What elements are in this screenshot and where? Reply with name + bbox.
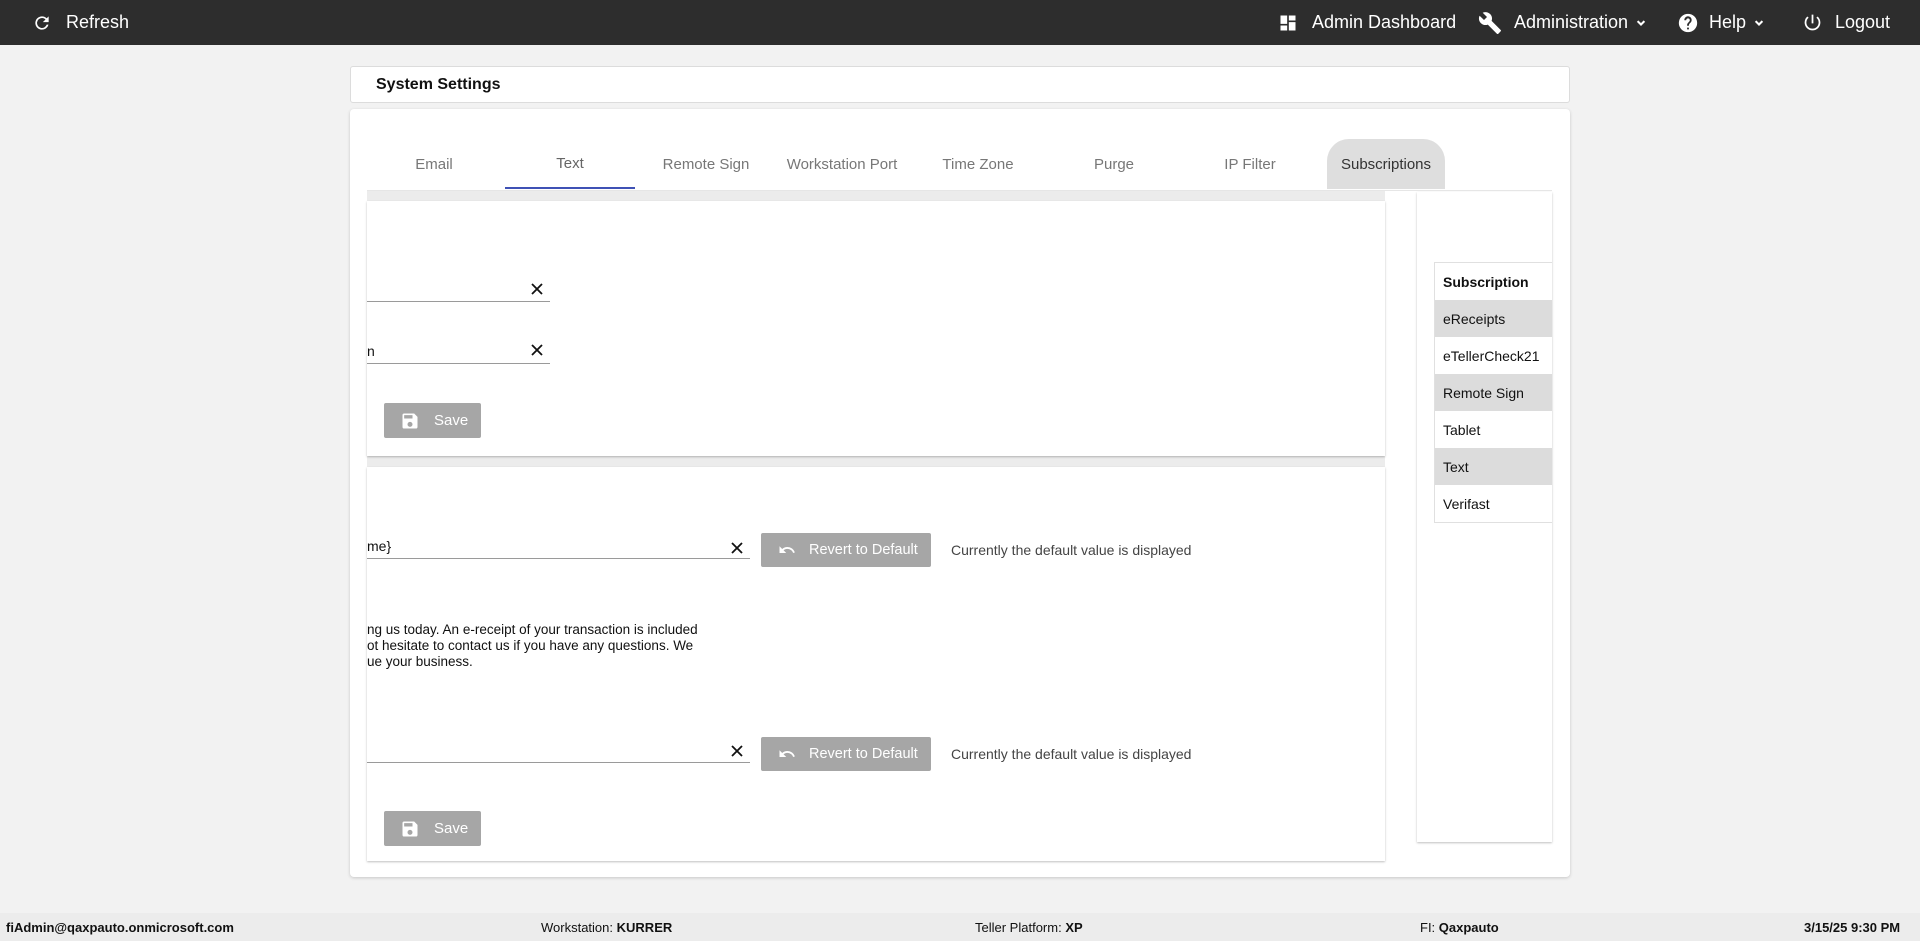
refresh-button[interactable]: Refresh: [32, 0, 129, 45]
tab-label: Time Zone: [942, 155, 1014, 173]
subscriptions-header: Subscription: [1443, 273, 1529, 290]
logout-label: Logout: [1835, 12, 1891, 32]
tab-subscriptions[interactable]: Subscriptions: [1327, 139, 1445, 189]
chevron-down-icon: [1634, 16, 1648, 30]
tab-email[interactable]: Email: [369, 139, 499, 189]
message-footer-field[interactable]: [367, 737, 750, 763]
tab-label: Subscriptions: [1340, 155, 1432, 173]
tab-purge[interactable]: Purge: [1049, 139, 1179, 189]
text-setting-field-1[interactable]: [367, 276, 550, 302]
datetime: 3/15/25 9:30 PM: [1804, 920, 1901, 935]
page-title-bar: System Settings: [350, 66, 1570, 103]
subscriptions-table: Subscription eReceipts eTellerCheck21 Re…: [1434, 262, 1552, 523]
dashboard-icon: [1278, 13, 1298, 33]
admin-dashboard-label: Admin Dashboard: [1312, 12, 1457, 32]
text-settings-panel: n Save: [367, 201, 1385, 456]
help-menu[interactable]: Help: [1677, 0, 1766, 45]
message-subject-field[interactable]: me}: [367, 533, 750, 559]
tab-remote-sign[interactable]: Remote Sign: [641, 139, 771, 189]
revert-label: Revert to Default: [809, 746, 918, 762]
platform-label: Teller Platform:: [975, 920, 1062, 935]
status-workstation: Workstation: KURRER: [541, 920, 672, 935]
fi-value: Qaxpauto: [1438, 920, 1499, 935]
platform-value: XP: [1065, 920, 1083, 935]
fi-label: FI:: [1420, 920, 1436, 935]
revert-to-default-button[interactable]: Revert to Default: [761, 737, 931, 771]
administration-label: Administration: [1514, 12, 1629, 32]
wrench-icon: [1478, 11, 1502, 35]
subscription-item-text[interactable]: Text: [1435, 448, 1552, 485]
logout-button[interactable]: Logout: [1802, 0, 1890, 45]
revert-label: Revert to Default: [809, 542, 918, 558]
refresh-icon: [32, 13, 52, 33]
tab-time-zone[interactable]: Time Zone: [913, 139, 1043, 189]
tab-workstation-port[interactable]: Workstation Port: [777, 139, 907, 189]
message-body-line: ng us today. An e-receipt of your transa…: [367, 622, 698, 637]
save-icon: [402, 821, 418, 836]
subscription-item-etellercheck21[interactable]: eTellerCheck21: [1435, 337, 1552, 374]
subscription-item-tablet[interactable]: Tablet: [1435, 411, 1552, 448]
tab-label: Purge: [1093, 155, 1135, 173]
tab-label: Workstation Port: [786, 155, 898, 173]
status-platform: Teller Platform: XP: [975, 920, 1083, 935]
undo-icon: [779, 750, 795, 757]
default-value-hint: Currently the default value is displayed: [951, 746, 1192, 762]
default-value-hint: Currently the default value is displayed: [951, 542, 1192, 558]
tab-label: Email: [415, 155, 453, 173]
status-fi: FI: Qaxpauto: [1420, 920, 1499, 935]
tab-label: Remote Sign: [662, 155, 750, 173]
message-body-line: ue your business.: [367, 654, 473, 669]
close-icon[interactable]: [527, 279, 547, 299]
power-icon: [1802, 12, 1823, 33]
field-value: n: [367, 342, 375, 359]
message-body-line: ot hesitate to contact us if you have an…: [367, 638, 694, 653]
settings-content-area: n Save me} Revert to Default Currently t…: [367, 191, 1385, 861]
status-bar: fiAdmin@qaxpauto.onmicrosoft.com Worksta…: [0, 913, 1920, 941]
subscription-item-verifast[interactable]: Verifast: [1435, 485, 1552, 522]
help-icon: [1677, 12, 1699, 34]
admin-dashboard-link[interactable]: Admin Dashboard: [1278, 0, 1456, 45]
top-navbar: Refresh Admin Dashboard Administration H…: [0, 0, 1920, 45]
help-label: Help: [1709, 12, 1747, 32]
save-button[interactable]: Save: [384, 403, 481, 438]
tab-label: Text: [556, 154, 584, 172]
page-title: System Settings: [376, 75, 501, 93]
save-button[interactable]: Save: [384, 811, 481, 846]
field-value: me}: [367, 537, 392, 554]
refresh-label: Refresh: [66, 12, 130, 32]
revert-to-default-button[interactable]: Revert to Default: [761, 533, 931, 567]
subscription-item-remote-sign[interactable]: Remote Sign: [1435, 374, 1552, 411]
administration-menu[interactable]: Administration: [1478, 0, 1648, 45]
tab-text[interactable]: Text: [505, 139, 635, 189]
workstation-label: Workstation:: [541, 920, 614, 935]
undo-icon: [779, 546, 795, 553]
text-setting-field-2[interactable]: n: [367, 338, 550, 364]
tab-ip-filter[interactable]: IP Filter: [1185, 139, 1315, 189]
user-email: fiAdmin@qaxpauto.onmicrosoft.com: [6, 920, 234, 935]
save-label: Save: [434, 412, 469, 429]
status-user: fiAdmin@qaxpauto.onmicrosoft.com: [6, 920, 234, 935]
chevron-down-icon: [1752, 16, 1766, 30]
save-label: Save: [434, 820, 469, 837]
close-icon[interactable]: [727, 741, 747, 761]
settings-card: Email Text Remote Sign Workstation Port …: [350, 109, 1570, 877]
workstation-value: KURRER: [616, 920, 673, 935]
close-icon[interactable]: [727, 538, 747, 558]
settings-tabs: Email Text Remote Sign Workstation Port …: [367, 129, 1552, 191]
subscriptions-panel: Subscription eReceipts eTellerCheck21 Re…: [1417, 192, 1552, 842]
status-datetime: 3/15/25 9:30 PM: [1804, 920, 1900, 935]
tab-label: IP Filter: [1224, 155, 1276, 173]
subscription-item-ereceipts[interactable]: eReceipts: [1435, 300, 1552, 337]
message-settings-panel: me} Revert to Default Currently the defa…: [367, 467, 1385, 861]
save-icon: [402, 413, 418, 428]
close-icon[interactable]: [527, 340, 547, 360]
